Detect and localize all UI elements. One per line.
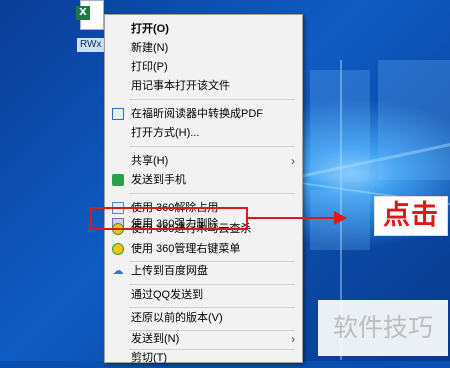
menu-item-new[interactable]: 新建(N)	[105, 38, 302, 58]
menu-separator	[129, 146, 295, 147]
menu-item-cut[interactable]: 剪切(T)	[105, 348, 302, 368]
menu-item-send-to-phone[interactable]: 发送到手机	[105, 170, 302, 190]
menu-item-send-to[interactable]: 发送到(N) ›	[105, 329, 302, 349]
menu-item-share[interactable]: 共享(H) ›	[105, 151, 302, 171]
window-light-pane	[378, 60, 450, 180]
phone-send-icon	[112, 174, 124, 186]
menu-item-send-via-qq[interactable]: 通过QQ发送到	[105, 285, 302, 305]
menu-item-open-with-notepad[interactable]: 用记事本打开该文件	[105, 76, 302, 96]
arrow-head-icon	[334, 211, 347, 225]
menu-item-convert-pdf[interactable]: 在福昕阅读器中转换成PDF	[105, 104, 302, 124]
excel-badge-icon: X	[76, 6, 90, 20]
menu-item-restore-previous[interactable]: 还原以前的版本(V)	[105, 308, 302, 328]
baidu-cloud-icon: ☁	[112, 265, 124, 277]
menu-separator	[129, 193, 295, 194]
pdf-icon	[112, 108, 124, 120]
menu-manage-360-icon	[112, 243, 124, 255]
menu-item-360-manage-menu[interactable]: 使用 360管理右键菜单	[105, 239, 302, 259]
menu-item-open-with[interactable]: 打开方式(H)...	[105, 123, 302, 143]
pointer-arrow-line	[248, 217, 338, 219]
menu-separator	[129, 99, 295, 100]
excel-file-icon[interactable]: X	[74, 0, 106, 38]
context-menu: 打开(O) 新建(N) 打印(P) 用记事本打开该文件 在福昕阅读器中转换成PD…	[104, 14, 303, 364]
menu-item-print[interactable]: 打印(P)	[105, 57, 302, 77]
menu-item-baidu-upload[interactable]: ☁ 上传到百度网盘	[105, 261, 302, 281]
chevron-right-icon: ›	[291, 154, 295, 168]
menu-item-open[interactable]: 打开(O)	[105, 19, 302, 39]
watermark: 软件技巧	[318, 300, 448, 356]
click-callout: 点击	[374, 196, 448, 236]
highlight-box	[90, 207, 248, 230]
chevron-right-icon: ›	[291, 332, 295, 346]
